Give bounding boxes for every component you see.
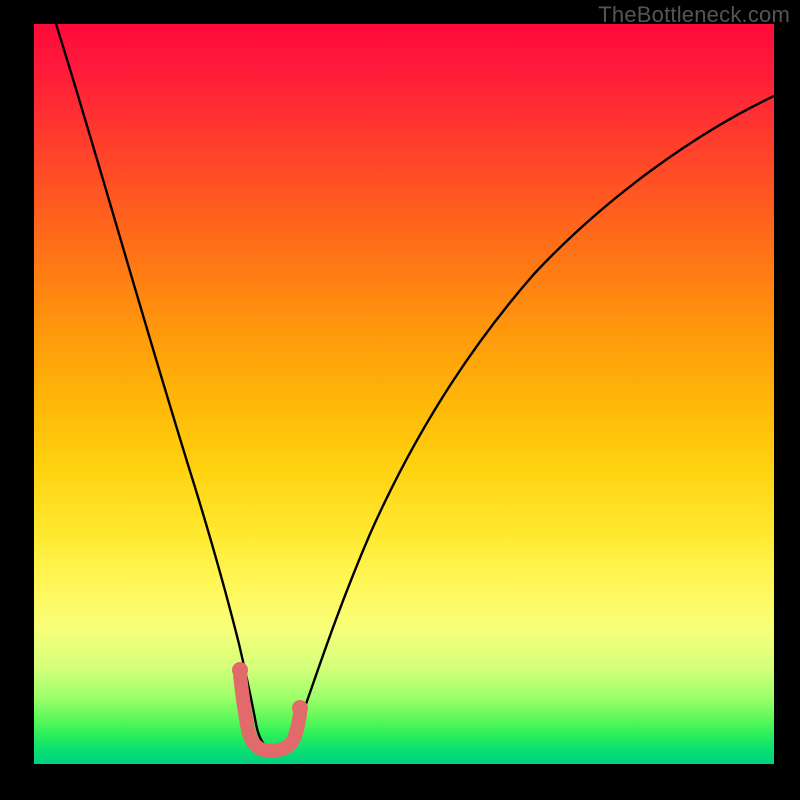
highlight-dot-left <box>232 662 248 678</box>
plot-area <box>34 24 774 764</box>
highlight-dot-right <box>292 700 308 716</box>
main-curve <box>56 24 774 749</box>
plot-svg <box>34 24 774 764</box>
watermark-text: TheBottleneck.com <box>598 2 790 28</box>
chart-frame: TheBottleneck.com <box>0 0 800 800</box>
